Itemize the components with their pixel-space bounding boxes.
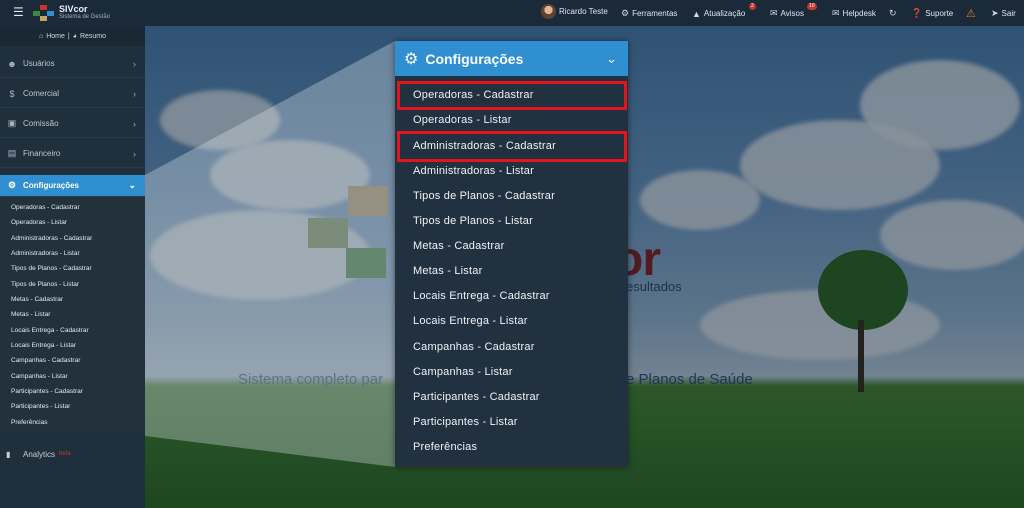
money-icon: ▣: [7, 118, 17, 128]
sidebar-submenu-configuracoes: Operadoras - Cadastrar Operadoras - List…: [0, 197, 145, 431]
sidebar-item-label: Analytics: [23, 449, 56, 459]
zoom-menu-item[interactable]: Tipos de Planos - Cadastrar: [413, 190, 555, 202]
updates-badge: 2: [749, 3, 756, 10]
zoom-menu-title: Configurações: [425, 50, 524, 67]
sidebar-item-label: Configurações: [23, 181, 80, 190]
dollar-icon: $: [9, 88, 15, 99]
zoom-menu-item[interactable]: Administradoras - Listar: [413, 165, 534, 177]
sidebar: ⌂ Home | ◕ Resumo ☻ Usuários › $ Comerci…: [0, 26, 145, 508]
chevron-right-icon: ›: [133, 118, 136, 129]
notices-badge: 10: [807, 3, 817, 10]
chevron-down-icon: ⌄: [128, 180, 136, 190]
zoom-menu-item[interactable]: Campanhas - Cadastrar: [413, 341, 535, 353]
updates-menu[interactable]: ▲ Atualização 2: [692, 3, 756, 20]
sidebar-item-analytics[interactable]: ▮ Analytics beta: [0, 444, 145, 464]
zoomed-config-menu: ⚙ Configurações ⌄ Operadoras - Cadastrar…: [395, 41, 628, 467]
app-logo-icon: [33, 5, 55, 21]
tools-label: Ferramentas: [632, 9, 678, 18]
submenu-item[interactable]: Participantes - Cadastrar: [11, 388, 83, 395]
app-subtitle: Sistema de Gestão: [59, 14, 111, 20]
sidebar-item-label: Usuários: [23, 59, 55, 68]
cogs-icon: ⚙: [404, 50, 419, 68]
user-name: Ricardo Teste: [559, 7, 608, 16]
refresh-button[interactable]: ↻: [889, 7, 897, 20]
warning-icon: ⚠: [966, 8, 976, 20]
helpdesk-label: Helpdesk: [842, 9, 876, 18]
logout-button[interactable]: ➤ Sair: [991, 7, 1016, 20]
logout-label: Sair: [1001, 9, 1016, 18]
chevron-right-icon: ›: [133, 88, 136, 99]
submenu-item[interactable]: Administradoras - Listar: [11, 250, 80, 257]
support-label: Suporte: [925, 9, 954, 18]
submenu-item[interactable]: Metas - Cadastrar: [11, 296, 63, 303]
helpdesk-menu[interactable]: ✉ Helpdesk: [832, 7, 876, 20]
submenu-item[interactable]: Tipos de Planos - Cadastrar: [11, 265, 92, 272]
sidebar-item-financeiro[interactable]: ▤ Financeiro ›: [0, 140, 145, 168]
submenu-item[interactable]: Campanhas - Listar: [11, 373, 68, 380]
chat-icon: ✉: [832, 8, 840, 18]
warning-button[interactable]: ⚠: [966, 7, 976, 20]
separator: |: [67, 32, 70, 40]
chevron-right-icon: ›: [133, 58, 136, 69]
bank-icon: ▤: [7, 148, 17, 158]
submenu-item[interactable]: Participantes - Listar: [11, 403, 70, 410]
sidebar-home-link[interactable]: ⌂ Home | ◕ Resumo: [0, 26, 145, 46]
submenu-item[interactable]: Campanhas - Cadastrar: [11, 357, 80, 364]
chevron-right-icon: ›: [133, 148, 136, 159]
submenu-item[interactable]: Preferências: [11, 419, 48, 426]
submenu-item[interactable]: Tipos de Planos - Listar: [11, 281, 79, 288]
zoom-menu-item[interactable]: Locais Entrega - Listar: [413, 315, 528, 327]
users-icon: ☻: [7, 58, 17, 69]
sidebar-item-usuarios[interactable]: ☻ Usuários ›: [0, 50, 145, 78]
top-navbar: ☰ SIVcor Sistema de Gestão Ricardo Teste…: [0, 0, 1024, 26]
tools-menu[interactable]: ⚙ Ferramentas: [621, 7, 677, 20]
cogs-icon: ⚙: [621, 8, 630, 18]
sign-out-icon: ➤: [991, 8, 999, 18]
support-menu[interactable]: ❓ Suporte: [911, 7, 953, 20]
pie-chart-icon: ◕: [72, 32, 77, 40]
user-menu[interactable]: Ricardo Teste: [541, 4, 608, 19]
submenu-item[interactable]: Metas - Listar: [11, 311, 50, 318]
submenu-item[interactable]: Operadoras - Cadastrar: [11, 204, 80, 211]
zoom-menu-item[interactable]: Campanhas - Listar: [413, 366, 513, 378]
zoom-menu-item[interactable]: Locais Entrega - Cadastrar: [413, 290, 550, 302]
sidebar-item-configuracoes[interactable]: ⚙ Configurações ⌄: [0, 175, 145, 197]
home-icon: ⌂: [38, 32, 44, 40]
zoom-menu-item[interactable]: Metas - Listar: [413, 265, 482, 277]
app-title: SIVcor: [59, 4, 88, 14]
notices-menu[interactable]: ✉ Avisos 10: [770, 3, 817, 20]
question-circle-icon: ❓: [911, 8, 923, 18]
notices-label: Avisos: [780, 9, 804, 18]
zoom-menu-item[interactable]: Operadoras - Listar: [413, 114, 512, 126]
updates-label: Atualização: [703, 9, 746, 18]
submenu-item[interactable]: Operadoras - Listar: [11, 219, 67, 226]
sidebar-item-label: Financeiro: [23, 149, 61, 158]
sidebar-item-comissao[interactable]: ▣ Comissão ›: [0, 110, 145, 138]
cogs-icon: ⚙: [7, 180, 17, 190]
home-label: Home: [46, 32, 65, 40]
zoom-menu-item[interactable]: Tipos de Planos - Listar: [413, 215, 533, 227]
refresh-icon: ↻: [889, 8, 897, 18]
submenu-item[interactable]: Locais Entrega - Cadastrar: [11, 327, 89, 334]
comments-icon: ✉: [770, 8, 778, 18]
submenu-item[interactable]: Administradoras - Cadastrar: [11, 235, 92, 242]
sidebar-item-label: Comercial: [23, 89, 60, 98]
hamburger-menu-icon[interactable]: ☰: [13, 6, 24, 18]
alert-triangle-icon: ▲: [692, 8, 701, 19]
submenu-item[interactable]: Locais Entrega - Listar: [11, 342, 76, 349]
sidebar-item-label: Comissão: [23, 119, 59, 128]
summary-label: Resumo: [79, 32, 107, 40]
sidebar-item-comercial[interactable]: $ Comercial ›: [0, 80, 145, 108]
highlight-box-operadoras: [397, 81, 627, 110]
beta-badge: beta: [59, 451, 71, 457]
zoom-menu-item[interactable]: Metas - Cadastrar: [413, 240, 504, 252]
avatar: [541, 4, 556, 19]
bar-chart-icon: ▮: [6, 449, 11, 459]
highlight-box-administradoras: [397, 131, 627, 162]
chevron-down-icon: ⌄: [606, 50, 617, 66]
zoom-menu-item[interactable]: Participantes - Cadastrar: [413, 391, 540, 403]
zoom-menu-item[interactable]: Participantes - Listar: [413, 416, 518, 428]
zoom-menu-item[interactable]: Preferências: [413, 441, 477, 453]
zoom-menu-header[interactable]: ⚙ Configurações ⌄: [395, 41, 628, 76]
